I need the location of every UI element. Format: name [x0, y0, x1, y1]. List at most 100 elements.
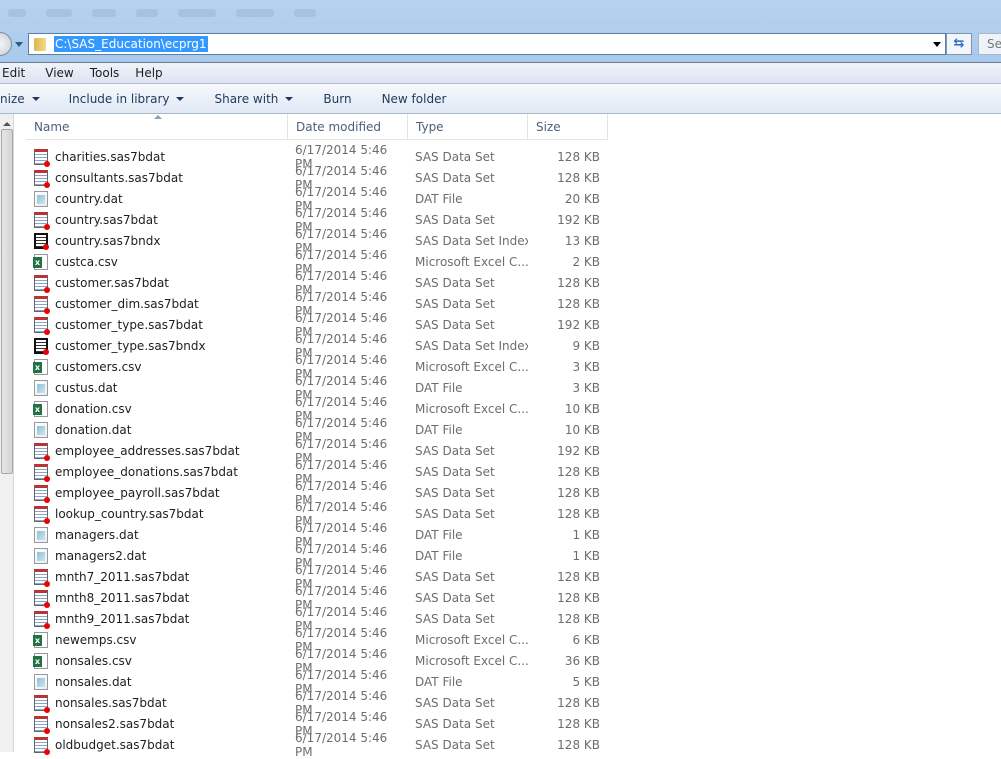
window-title-bar: C:\SAS_Education\ecprg1 ⇆ Se — [0, 0, 1001, 62]
file-size: 128 KB — [557, 170, 600, 185]
file-size: 128 KB — [557, 611, 600, 626]
sas-file-icon — [34, 295, 50, 314]
back-button[interactable] — [0, 32, 12, 56]
csv-file-icon — [33, 253, 48, 270]
file-type: SAS Data Set — [415, 506, 495, 521]
file-size: 128 KB — [557, 695, 600, 710]
sas-file-icon — [34, 589, 50, 608]
file-name-cell: customer_type.sas7bndx — [26, 337, 288, 355]
organize-button[interactable]: nize — [0, 92, 40, 106]
share-label: Share with — [214, 91, 279, 106]
file-size: 192 KB — [557, 443, 600, 458]
file-type: SAS Data Set — [415, 695, 495, 710]
file-size: 36 KB — [564, 653, 600, 668]
search-input[interactable]: Se — [978, 33, 1001, 55]
file-name: custus.dat — [55, 380, 118, 395]
file-name-cell: custus.dat — [26, 379, 288, 396]
column-header-size[interactable]: Size — [528, 114, 608, 140]
file-size: 128 KB — [557, 485, 600, 500]
new-folder-button[interactable]: New folder — [382, 92, 447, 106]
dat-file-icon — [34, 547, 48, 564]
navigation-pane-scrollbar[interactable] — [0, 114, 14, 752]
menu-tools[interactable]: Tools — [90, 66, 120, 80]
file-name-cell: mnth8_2011.sas7bdat — [26, 589, 288, 608]
burn-label: Burn — [323, 91, 352, 106]
menu-edit[interactable]: Edit — [2, 66, 25, 80]
file-name: consultants.sas7bdat — [55, 170, 183, 185]
file-name-cell: customers.csv — [26, 358, 288, 375]
file-type: SAS Data Set — [415, 590, 495, 605]
sas-file-icon — [34, 442, 50, 461]
refresh-button[interactable]: ⇆ — [946, 33, 972, 55]
file-name-cell: customer_dim.sas7bdat — [26, 295, 288, 314]
sort-ascending-icon — [154, 115, 162, 119]
file-size: 128 KB — [557, 296, 600, 311]
file-name: newemps.csv — [55, 632, 137, 647]
column-header-type[interactable]: Type — [408, 114, 528, 140]
file-name-cell: lookup_country.sas7bdat — [26, 505, 288, 524]
sas-file-icon — [34, 505, 50, 524]
file-name: mnth7_2011.sas7bdat — [55, 569, 190, 584]
file-name: custca.csv — [55, 254, 118, 269]
file-type: SAS Data Set — [415, 275, 495, 290]
idx-file-icon — [34, 232, 49, 250]
recent-pages-dropdown[interactable] — [15, 42, 23, 47]
file-name-cell: country.sas7bndx — [26, 232, 288, 250]
file-name: nonsales.sas7bdat — [55, 695, 167, 710]
file-type: SAS Data Set — [415, 317, 495, 332]
file-type: SAS Data Set — [415, 212, 495, 227]
file-name: country.dat — [55, 191, 123, 206]
sas-file-icon — [34, 148, 50, 167]
chevron-down-icon — [31, 96, 40, 101]
sas-file-icon — [34, 463, 50, 482]
csv-file-icon — [33, 400, 48, 417]
file-type: SAS Data Set — [415, 569, 495, 584]
file-name: mnth8_2011.sas7bdat — [55, 590, 190, 605]
file-size: 13 KB — [564, 233, 600, 248]
column-header-name[interactable]: Name — [26, 114, 288, 140]
file-name-cell: mnth9_2011.sas7bdat — [26, 610, 288, 629]
file-name: employee_donations.sas7bdat — [55, 464, 238, 479]
file-name-cell: oldbudget.sas7bdat — [26, 736, 288, 755]
sas-file-icon — [34, 484, 50, 503]
file-name: employee_payroll.sas7bdat — [55, 485, 220, 500]
file-size: 128 KB — [557, 464, 600, 479]
file-name-cell: managers.dat — [26, 526, 288, 543]
include-in-library-button[interactable]: Include in library — [69, 92, 185, 106]
file-size: 128 KB — [557, 716, 600, 731]
burn-button[interactable]: Burn — [323, 92, 351, 106]
file-name: customer_type.sas7bdat — [55, 317, 203, 332]
address-input[interactable]: C:\SAS_Education\ecprg1 — [54, 36, 208, 52]
file-type: SAS Data Set Index — [415, 338, 528, 353]
file-type: SAS Data Set — [415, 737, 495, 752]
scroll-up-icon[interactable] — [3, 122, 11, 126]
menu-bar: Edit View Tools Help — [0, 62, 1001, 84]
sas-file-icon — [34, 694, 50, 713]
file-size: 1 KB — [572, 527, 600, 542]
file-name: donation.csv — [55, 401, 132, 416]
scrollbar-thumb[interactable] — [1, 129, 13, 474]
dat-file-icon — [34, 673, 48, 690]
file-size: 3 KB — [572, 380, 600, 395]
file-name-cell: country.sas7bdat — [26, 211, 288, 230]
file-size: 20 KB — [564, 191, 600, 206]
sas-file-icon — [34, 274, 50, 293]
menu-help[interactable]: Help — [135, 66, 162, 80]
address-bar[interactable]: C:\SAS_Education\ecprg1 — [28, 33, 946, 55]
file-name-cell: consultants.sas7bdat — [26, 169, 288, 188]
file-name: managers2.dat — [55, 548, 147, 563]
file-size: 3 KB — [572, 359, 600, 374]
file-size: 128 KB — [557, 506, 600, 521]
idx-file-icon — [34, 337, 49, 355]
file-name-cell: employee_payroll.sas7bdat — [26, 484, 288, 503]
file-name-cell: country.dat — [26, 190, 288, 207]
file-size: 1 KB — [572, 548, 600, 563]
sas-file-icon — [34, 715, 50, 734]
address-dropdown-icon[interactable] — [933, 42, 941, 47]
file-name: managers.dat — [55, 527, 139, 542]
menu-view[interactable]: View — [45, 66, 73, 80]
column-header-date[interactable]: Date modified — [288, 114, 408, 140]
csv-file-icon — [33, 652, 48, 669]
file-name: customer.sas7bdat — [55, 275, 170, 290]
share-with-button[interactable]: Share with — [214, 91, 294, 106]
